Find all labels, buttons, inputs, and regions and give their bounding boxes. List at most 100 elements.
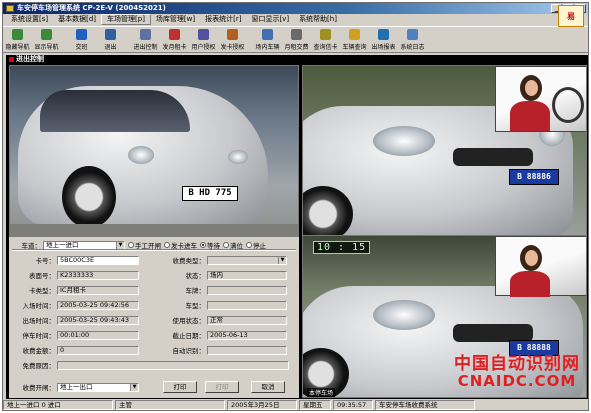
- toolbar-button[interactable]: 场内车辆: [253, 27, 282, 53]
- toolbar-button[interactable]: 出场报表: [369, 27, 398, 53]
- radio-circle: [246, 242, 252, 248]
- toolbar-button[interactable]: 进出控制: [131, 27, 160, 53]
- radio-circle: [164, 242, 170, 248]
- field-label: 使用状态：: [172, 317, 206, 325]
- field-value: 正常: [207, 315, 287, 325]
- panel-icon: [9, 57, 14, 62]
- field-value: 00:01:00: [57, 330, 139, 340]
- field-label: 自动识别：: [172, 347, 206, 355]
- charge-gate-select[interactable]: 地上一出口 ▼: [57, 382, 139, 392]
- toolbar-button[interactable]: 查询信卡: [311, 27, 340, 53]
- main-window: 车安停车场管理系统 CP-2E-V (2004S2021) _ □ × 系统设置…: [2, 2, 589, 411]
- field-label: 停车时间：: [22, 332, 56, 340]
- driver-snapshot: [495, 236, 586, 297]
- radio-circle: [223, 242, 229, 248]
- driver-snapshot: [495, 66, 586, 132]
- menu-item[interactable]: 系统设置[s]: [6, 14, 53, 25]
- title-bar: 车安停车场管理系统 CP-2E-V (2004S2021) _ □ ×: [3, 3, 588, 14]
- field-label: 卡类型：: [29, 287, 55, 295]
- license-plate: B 88886: [509, 169, 559, 185]
- toolbar-button-label: 隐藏导航: [5, 44, 30, 51]
- toolbar-button-label: 场内车辆: [255, 44, 280, 51]
- status-date: 2005年3月25日: [227, 400, 297, 410]
- menu-item[interactable]: 窗口显示[v]: [246, 14, 294, 25]
- driver-face-image: [525, 80, 538, 96]
- menu-item[interactable]: 车场管理[p]: [101, 14, 151, 25]
- menu-item[interactable]: 场库管理[w]: [151, 14, 200, 25]
- toolbar-button[interactable]: 发卡授权: [218, 27, 247, 53]
- app-icon: [6, 5, 14, 12]
- panel-title-bar: 进出控制: [6, 55, 588, 64]
- monthly-fee-icon: [291, 29, 302, 40]
- toolbar-button-label: 出场报表: [371, 44, 396, 51]
- toolbar-button-label: 查询信卡: [313, 44, 338, 51]
- field-label: 收费类型：: [172, 257, 206, 265]
- toolbar-button-label: 发卡授权: [220, 44, 245, 51]
- field-value: K2333333: [57, 270, 139, 280]
- toolbar-button[interactable]: 系统日志: [398, 27, 427, 53]
- toolbar-button-label: 进出控制: [133, 44, 158, 51]
- toolbar-button[interactable]: 退出: [96, 27, 125, 53]
- toolbar-button[interactable]: 用户授权: [189, 27, 218, 53]
- toolbar-button-label: 用户授权: [191, 44, 216, 51]
- menu-item[interactable]: 基本数据[d]: [53, 14, 101, 25]
- radio-circle: [128, 242, 134, 248]
- grille-image: [453, 148, 533, 166]
- charge-type-select[interactable]: ▼: [207, 255, 287, 265]
- field-value: [207, 345, 287, 355]
- status-bar: 地上一进口 0 进口 主管 2005年3月25日 星期五 09:35:57 车安…: [3, 400, 588, 411]
- print-button[interactable]: 打印: [205, 381, 239, 393]
- toolbar-button-label: 系统日志: [400, 44, 425, 51]
- field-label: 车牌：: [185, 287, 206, 295]
- field-label: 收费金额：: [22, 347, 56, 355]
- charge-gate-label: 收费开闸：: [22, 384, 56, 392]
- menu-bar: 系统设置[s] 基本数据[d] 车场管理[p] 场库管理[w] 报表统计[r] 窗口显示[…: [3, 14, 588, 25]
- toolbar-button[interactable]: 显示导航: [32, 27, 61, 53]
- menu-item[interactable]: 系统帮助[h]: [294, 14, 342, 25]
- watermark-cn: 中国自动识别网: [454, 354, 580, 374]
- hide-nav-icon: [12, 29, 23, 40]
- headlight-image: [373, 300, 435, 330]
- window-title: 车安停车场管理系统 CP-2E-V (2004S2021): [17, 4, 166, 12]
- show-nav-icon: [41, 29, 52, 40]
- brand-logo: 易: [558, 5, 584, 27]
- field-label: 状态：: [185, 272, 206, 280]
- user-auth-icon: [198, 29, 209, 40]
- field-value[interactable]: 5BC00C3E: [57, 255, 139, 265]
- steering-wheel-image: [552, 87, 584, 123]
- toolbar-button-label: 显示导航: [34, 44, 59, 51]
- license-plate: B HD 775: [182, 186, 238, 201]
- headlight-image: [373, 126, 435, 156]
- vehicle-query-icon: [349, 29, 360, 40]
- toolbar-button[interactable]: 月租交费: [282, 27, 311, 53]
- watermark: 中国自动识别网 CNAIDC.COM: [454, 355, 580, 389]
- entry-camera-view[interactable]: B HD 775: [9, 65, 299, 239]
- field-value: 场内: [207, 270, 287, 280]
- toolbar-button[interactable]: 隐藏导航: [3, 27, 32, 53]
- access-control-icon: [140, 29, 151, 40]
- toolbar-button[interactable]: 车辆查询: [340, 27, 369, 53]
- field-value[interactable]: [57, 360, 289, 370]
- toolbar-button[interactable]: 发月租卡: [160, 27, 189, 53]
- toolbar-button[interactable]: 交班: [67, 27, 96, 53]
- field-value: 2005-03-25 09:42:56: [57, 300, 139, 310]
- watermark-en: CNAIDC.COM: [457, 372, 577, 390]
- field-label: 入场时间：: [22, 302, 56, 310]
- system-log-icon: [407, 29, 418, 40]
- field-label: 出场时间：: [22, 317, 56, 325]
- parked-cars-icon: [262, 29, 273, 40]
- field-label: 车型：: [185, 302, 206, 310]
- toolbar-button-label: 车辆查询: [342, 44, 367, 51]
- status-operator: 主管: [115, 400, 225, 410]
- chevron-down-icon: ▼: [278, 256, 286, 264]
- menu-item[interactable]: 报表统计[r]: [200, 14, 246, 25]
- field-label: 卡号：: [35, 257, 56, 265]
- field-value: [207, 300, 287, 310]
- exit-camera-view[interactable]: B 88886: [302, 65, 587, 239]
- driver-body-image: [510, 271, 550, 297]
- issue-card-icon: [169, 29, 180, 40]
- confirm-button[interactable]: 打印: [163, 381, 197, 393]
- toolbar-button-label: 退出: [104, 44, 117, 51]
- cancel-button[interactable]: 取消: [251, 381, 285, 393]
- toolbar-button-label: 交班: [75, 44, 88, 51]
